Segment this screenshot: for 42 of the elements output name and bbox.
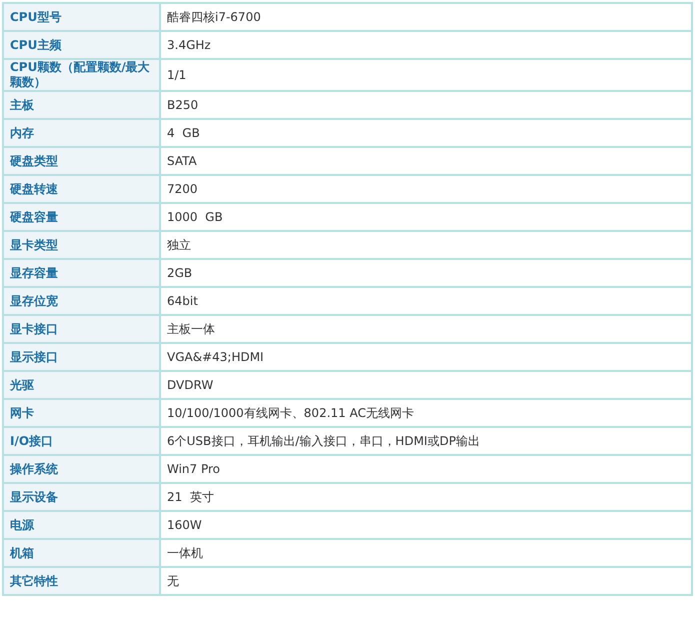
spec-value: Win7 Pro [160,455,692,483]
spec-value: B250 [160,91,692,119]
spec-value: 21 英寸 [160,483,692,511]
spec-label: 显存容量 [3,259,160,287]
spec-value: 酷睿四核i7-6700 [160,3,692,31]
spec-value: VGA&#43;HDMI [160,343,692,371]
spec-label: 网卡 [3,399,160,427]
spec-value: 独立 [160,231,692,259]
spec-value: 无 [160,567,692,595]
spec-label: 机箱 [3,539,160,567]
spec-label: 显卡接口 [3,315,160,343]
spec-label: 显卡类型 [3,231,160,259]
spec-value: 6个USB接口，耳机输出/输入接口，串口，HDMI或DP输出 [160,427,692,455]
spec-label: 显示接口 [3,343,160,371]
spec-label: 硬盘容量 [3,203,160,231]
spec-label: I/O接口 [3,427,160,455]
spec-label: 硬盘类型 [3,147,160,175]
spec-label: CPU主频 [3,31,160,59]
spec-label: CPU型号 [3,3,160,31]
spec-value: 3.4GHz [160,31,692,59]
spec-value: SATA [160,147,692,175]
spec-value: 1/1 [160,59,692,91]
spec-value: 1000 GB [160,203,692,231]
spec-label: 硬盘转速 [3,175,160,203]
spec-label: 显示设备 [3,483,160,511]
spec-value: 64bit [160,287,692,315]
spec-label: 其它特性 [3,567,160,595]
spec-label: 光驱 [3,371,160,399]
spec-value: 7200 [160,175,692,203]
spec-label: 主板 [3,91,160,119]
spec-label: CPU颗数（配置颗数/最大颗数） [3,59,160,91]
spec-value: 2GB [160,259,692,287]
spec-label: 内存 [3,119,160,147]
spec-value: 160W [160,511,692,539]
spec-value: DVDRW [160,371,692,399]
spec-value: 4 GB [160,119,692,147]
spec-label: 显存位宽 [3,287,160,315]
spec-label: 电源 [3,511,160,539]
spec-label: 操作系统 [3,455,160,483]
spec-value: 一体机 [160,539,692,567]
spec-value: 主板一体 [160,315,692,343]
spec-value: 10/100/1000有线网卡、802.11 AC无线网卡 [160,399,692,427]
